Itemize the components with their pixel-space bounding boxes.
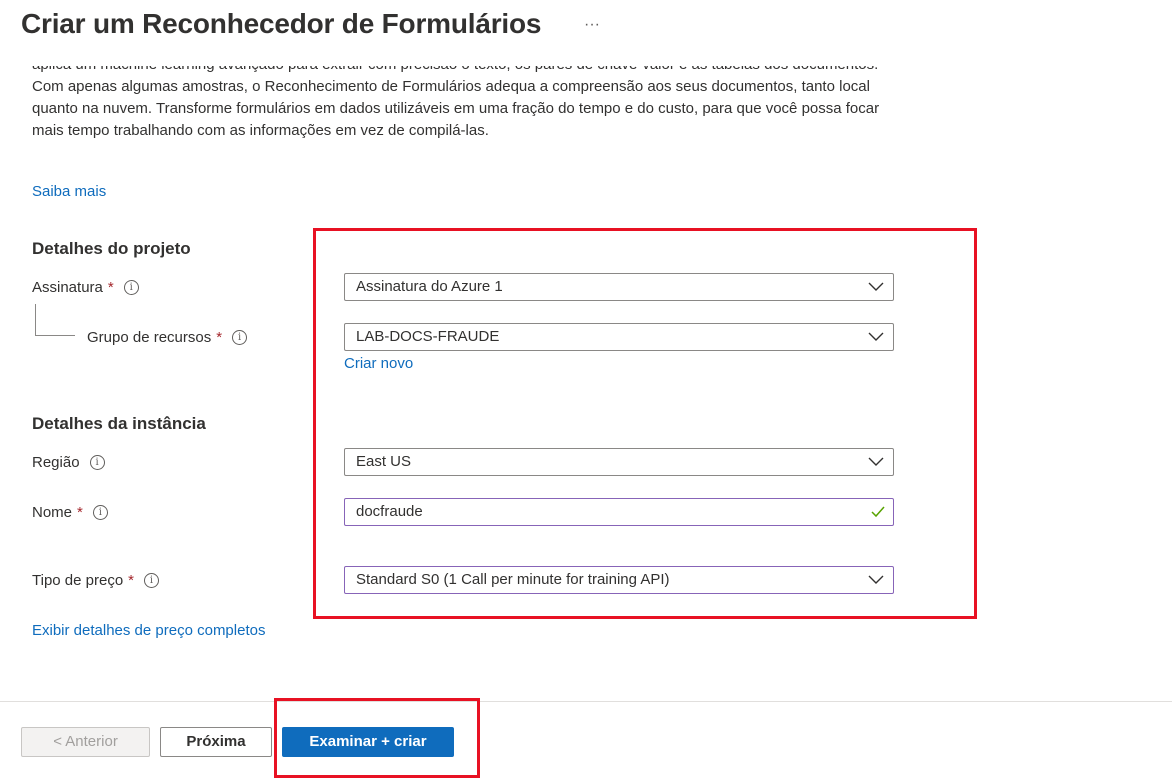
- region-label-text: Região: [32, 454, 80, 471]
- learn-more-link[interactable]: Saiba mais: [32, 183, 106, 200]
- pricing-details-link[interactable]: Exibir detalhes de preço completos: [32, 622, 265, 639]
- required-marker: *: [107, 279, 114, 296]
- highlight-box-review: [274, 698, 480, 778]
- tree-connector-vertical: [35, 304, 36, 336]
- project-details-heading: Detalhes do projeto: [32, 239, 191, 258]
- pricing-tier-label-text: Tipo de preço: [32, 572, 124, 589]
- tree-connector-horizontal: [35, 335, 75, 336]
- more-icon[interactable]: ···: [584, 16, 600, 34]
- highlight-box-form: [313, 228, 977, 619]
- required-marker: *: [77, 504, 83, 521]
- info-icon[interactable]: i: [89, 455, 105, 470]
- info-icon[interactable]: i: [92, 505, 108, 520]
- previous-button[interactable]: < Anterior: [21, 727, 150, 757]
- region-label: Região i: [32, 454, 105, 471]
- info-icon[interactable]: i: [144, 573, 160, 588]
- intro-text: aplica um machine learning avançado para…: [32, 66, 880, 139]
- footer-divider: [0, 701, 1172, 702]
- subscription-label-text: Assinatura: [32, 279, 103, 296]
- info-icon[interactable]: i: [123, 280, 139, 295]
- resource-group-label: Grupo de recursos * i: [87, 329, 248, 346]
- name-label-text: Nome: [32, 504, 73, 521]
- next-button[interactable]: Próxima: [160, 727, 272, 757]
- instance-details-heading: Detalhes da instância: [32, 414, 206, 433]
- info-icon[interactable]: i: [232, 330, 248, 345]
- name-label: Nome * i: [32, 504, 108, 521]
- resource-group-label-text: Grupo de recursos: [87, 329, 212, 346]
- subscription-label: Assinatura * i: [32, 279, 139, 296]
- page-title: Criar um Reconhecedor de Formulários: [21, 8, 542, 39]
- pricing-tier-label: Tipo de preço * i: [32, 572, 160, 589]
- required-marker: *: [128, 572, 135, 589]
- required-marker: *: [216, 329, 223, 346]
